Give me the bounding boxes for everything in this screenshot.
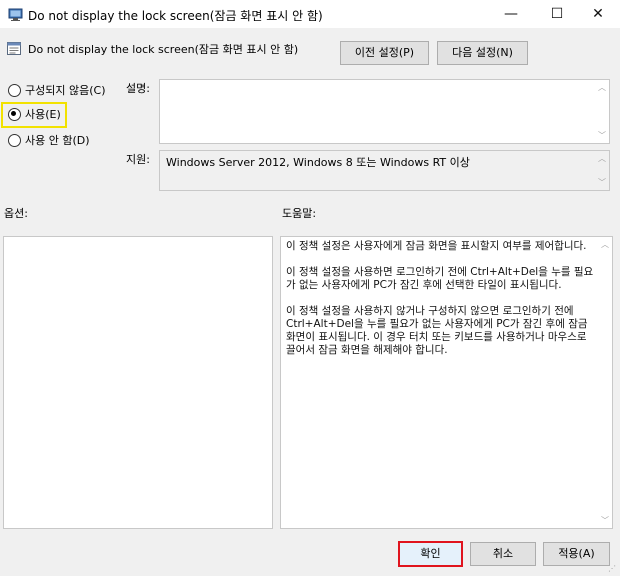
- radio-label: 사용(E): [25, 108, 61, 121]
- radio-circle-icon: [8, 133, 21, 147]
- scroll-down-icon[interactable]: ﹀: [601, 515, 609, 526]
- supported-on-label: 지원:: [126, 153, 150, 166]
- radio-disabled[interactable]: 사용 안 함(D): [8, 132, 90, 148]
- scroll-down-icon[interactable]: ﹀: [598, 177, 606, 188]
- scroll-down-icon[interactable]: ﹀: [598, 130, 606, 141]
- radio-label: 구성되지 않음(C): [25, 84, 106, 97]
- window-title: Do not display the lock screen(잠금 화면 표시 …: [28, 9, 323, 23]
- radio-label: 사용 안 함(D): [25, 134, 90, 147]
- help-label: 도움말:: [282, 207, 317, 220]
- resize-grip-icon[interactable]: ⋰: [608, 564, 618, 574]
- options-pane: [3, 236, 273, 529]
- supported-on-value: Windows Server 2012, Windows 8 또는 Window…: [166, 156, 470, 169]
- next-setting-button[interactable]: 다음 설정(N): [437, 41, 528, 65]
- ok-button[interactable]: 확인: [398, 541, 463, 567]
- policy-setting-icon: [7, 42, 21, 55]
- comment-label: 설명:: [126, 82, 150, 95]
- policy-title: Do not display the lock screen(잠금 화면 표시 …: [28, 43, 299, 56]
- apply-button[interactable]: 적용(A): [543, 542, 610, 566]
- help-pane[interactable]: 이 정책 설정은 사용자에게 잠금 화면을 표시할지 여부를 제어합니다. 이 …: [280, 236, 613, 529]
- radio-not-configured[interactable]: 구성되지 않음(C): [8, 82, 105, 98]
- scroll-up-icon[interactable]: ︿: [598, 82, 606, 93]
- radio-selected-icon: [8, 107, 21, 121]
- help-paragraph: 이 정책 설정을 사용하면 로그인하기 전에 Ctrl+Alt+Del을 누를 …: [286, 266, 594, 291]
- help-paragraph: 이 정책 설정은 사용자에게 잠금 화면을 표시할지 여부를 제어합니다.: [286, 240, 587, 252]
- radio-enabled[interactable]: 사용(E): [8, 106, 61, 122]
- options-label: 옵션:: [4, 207, 28, 220]
- scroll-up-icon[interactable]: ︿: [598, 153, 606, 164]
- supported-on-box: Windows Server 2012, Windows 8 또는 Window…: [159, 150, 610, 191]
- previous-setting-button[interactable]: 이전 설정(P): [340, 41, 429, 65]
- minimize-button[interactable]: —: [488, 0, 534, 28]
- close-button[interactable]: ✕: [575, 0, 620, 28]
- radio-circle-icon: [8, 83, 21, 97]
- comment-textarea[interactable]: ︿ ﹀: [159, 79, 610, 144]
- cancel-button[interactable]: 취소: [470, 542, 536, 566]
- group-policy-app-icon: [8, 8, 23, 21]
- scroll-up-icon[interactable]: ︿: [601, 239, 609, 250]
- help-text: 이 정책 설정은 사용자에게 잠금 화면을 표시할지 여부를 제어합니다. 이 …: [286, 240, 596, 370]
- maximize-button[interactable]: ☐: [534, 0, 580, 28]
- help-paragraph: 이 정책 설정을 사용하지 않거나 구성하지 않으면 로그인하기 전에 Ctrl…: [286, 305, 588, 356]
